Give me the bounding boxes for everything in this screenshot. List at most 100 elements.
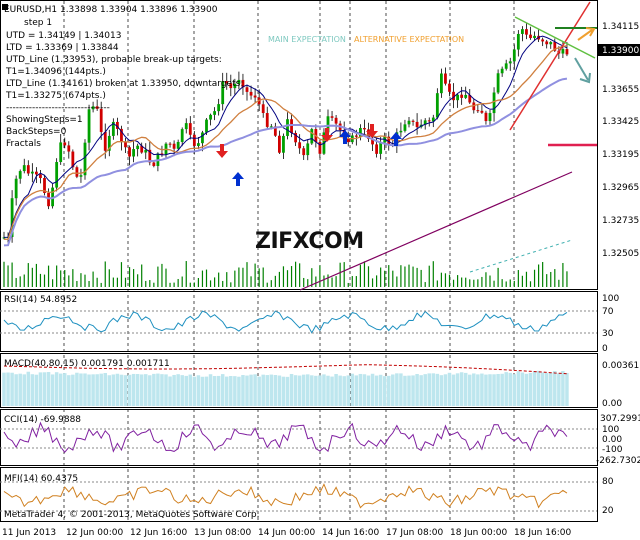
watermark-text: ZIFXCOM: [255, 229, 364, 254]
candle-body: [444, 73, 447, 84]
info-line: ShowingSteps=1: [6, 115, 83, 125]
rsi-tick: 30: [602, 329, 614, 339]
candle-body: [278, 135, 281, 153]
candle-body: [464, 94, 468, 98]
symbol-marker-icon: [2, 4, 8, 10]
candle-body: [180, 129, 184, 142]
candle-body: [282, 135, 285, 153]
candle-body: [476, 110, 480, 112]
candle-body: [201, 132, 204, 144]
rsi-panel[interactable]: [0, 291, 598, 352]
info-line: T1=1.33275 (674pts.): [5, 91, 106, 101]
candle-body: [456, 94, 459, 101]
candle-body: [330, 116, 334, 118]
trading-chart[interactable]: ZIFXCOM MAIN EXPECTATION ALTERNATIVE EXP…: [0, 0, 640, 540]
alternative-expectation-label: ALTERNATIVE EXPECTATION: [354, 35, 464, 44]
info-line: UTD_Line (1.33953), probable break-up ta…: [6, 55, 222, 65]
candle-body: [18, 171, 22, 179]
main-expectation-label: MAIN EXPECTATION: [268, 35, 346, 44]
candle-body: [39, 174, 42, 179]
candle-body: [533, 35, 536, 39]
price-tick: 1.34115: [602, 22, 639, 32]
candle-body: [55, 162, 59, 188]
candle-body: [188, 123, 192, 135]
candle-body: [334, 117, 338, 124]
candle-body: [484, 112, 488, 122]
candle-body: [298, 142, 302, 149]
info-line: LTD_Line (1.34161) broken at 1.33950, do…: [6, 79, 243, 89]
candle-body: [516, 33, 520, 50]
candle-body: [35, 171, 38, 175]
candle-body: [545, 41, 549, 45]
candle-body: [415, 121, 419, 128]
candle-body: [59, 142, 63, 163]
candle-body: [561, 49, 565, 54]
time-tick: 11 Jun 2013: [2, 528, 56, 538]
candle-body: [379, 142, 383, 154]
candle-body: [253, 95, 257, 98]
rsi-tick: 70: [602, 307, 614, 317]
rsi-tick: 100: [602, 294, 619, 304]
candle-body: [440, 73, 443, 94]
candle-body: [128, 147, 131, 157]
candle-body: [521, 29, 524, 34]
candle-body: [245, 87, 249, 92]
candle-body: [310, 129, 314, 144]
candle-body: [286, 119, 289, 136]
candle-body: [265, 113, 269, 127]
candle-body: [460, 94, 464, 98]
info-line: BackSteps=0: [6, 127, 67, 137]
candle-body: [103, 131, 107, 151]
candle-body: [427, 120, 431, 122]
info-line: --------------------------------: [6, 103, 110, 113]
candle-body: [512, 49, 516, 62]
price-tick: 1.32735: [602, 216, 639, 226]
candle-body: [549, 42, 553, 45]
cci-panel[interactable]: [0, 409, 598, 466]
candle-body: [136, 145, 140, 150]
candle-body: [403, 124, 407, 131]
candle-body: [75, 167, 79, 177]
candle-body: [192, 134, 196, 146]
candle-body: [217, 104, 221, 112]
candle-body: [302, 148, 306, 156]
candle-body: [87, 109, 91, 143]
time-axis: 11 Jun 2013 12 Jun 00:00 12 Jun 16:00 13…: [2, 528, 571, 538]
cci-tick: -100: [602, 445, 623, 455]
candle-body: [525, 29, 528, 35]
time-tick: 14 Jun 16:00: [322, 528, 379, 538]
macd-label: MACD(40,80,15) 0.001791 0.001711: [4, 359, 170, 369]
info-line: T1=1.34096 (144pts.): [5, 67, 106, 77]
candle-body: [14, 178, 18, 199]
time-tick: 14 Jun 00:00: [258, 528, 315, 538]
candle-body: [26, 165, 30, 174]
mfi-tick: 80: [602, 477, 614, 487]
candle-body: [22, 165, 26, 172]
candle-body: [152, 162, 156, 166]
info-line: Fractals: [6, 139, 41, 149]
candle-body: [124, 141, 127, 148]
candle-body: [363, 128, 366, 130]
candle-body: [492, 92, 496, 114]
candle-body: [480, 110, 484, 113]
candle-body: [249, 91, 253, 96]
candle-body: [488, 113, 492, 122]
time-tick: 13 Jun 08:00: [194, 528, 251, 538]
candle-body: [508, 61, 512, 64]
mfi-tick: 20: [602, 506, 614, 516]
candle-body: [435, 93, 439, 118]
candle-body: [172, 143, 176, 149]
cci-label: CCI(14) -69.9888: [4, 415, 81, 425]
candle-body: [500, 68, 504, 74]
cci-tick: 100: [602, 425, 619, 435]
candle-body: [205, 119, 208, 133]
candle-body: [504, 63, 508, 69]
candle-body: [399, 130, 403, 133]
macd-tick: 0.00361: [602, 361, 639, 371]
price-tick: 1.32505: [602, 249, 639, 259]
cci-tick: 0.00: [602, 435, 622, 445]
time-tick: 12 Jun 16:00: [130, 528, 187, 538]
symbol-line: EURUSD,H1 1.33898 1.33904 1.33896 1.3390…: [4, 5, 218, 15]
candle-body: [176, 141, 180, 149]
candle-body: [448, 83, 451, 92]
